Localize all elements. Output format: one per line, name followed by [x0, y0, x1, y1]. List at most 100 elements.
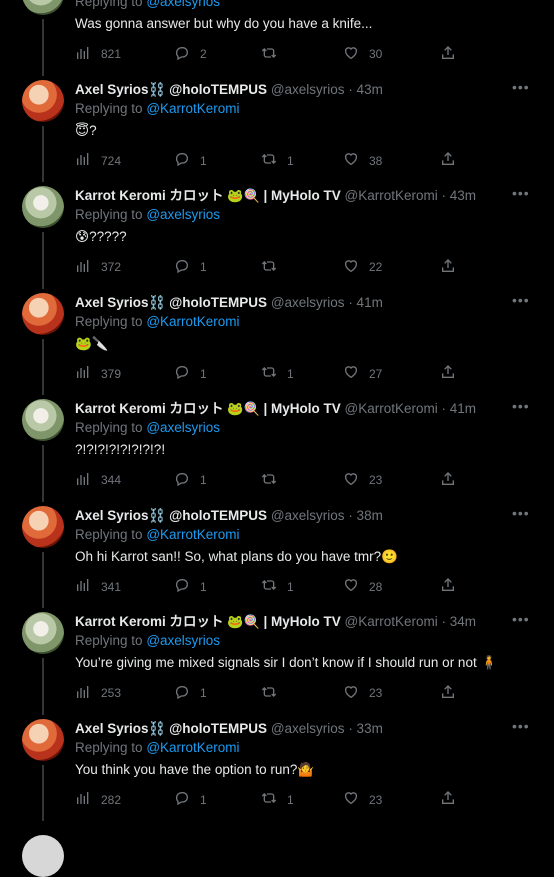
more-options-icon[interactable]: •••: [512, 80, 530, 94]
user-handle[interactable]: @KarrotKeromi: [344, 188, 437, 203]
retweet-button[interactable]: [261, 257, 287, 277]
timestamp[interactable]: · 43m: [441, 188, 476, 203]
views-button[interactable]: 344: [75, 470, 121, 490]
user-handle[interactable]: @KarrotKeromi: [344, 401, 437, 416]
tweet-header: Axel Syrios⛓️ @holoTEMPUS @axelsyrios · …: [75, 80, 383, 100]
avatar[interactable]: [22, 612, 64, 654]
tweet[interactable]: Karrot Keromi カロット 🐸🍭 | MyHolo TV @Karro…: [0, 612, 554, 718]
views-icon: [75, 684, 91, 703]
user-handle[interactable]: @axelsyrios: [271, 508, 345, 523]
like-button[interactable]: 38: [343, 151, 382, 171]
like-button[interactable]: 23: [343, 470, 382, 490]
reply-to-mention-link[interactable]: @axelsyrios: [146, 207, 220, 222]
more-options-icon[interactable]: •••: [512, 186, 530, 200]
avatar[interactable]: [22, 718, 64, 761]
tweet[interactable]: Karrot Keromi カロット 🐸🍭 | MyHolo TV @Karro…: [0, 399, 554, 505]
like-button[interactable]: 23: [343, 683, 382, 703]
reply-button[interactable]: 1: [174, 470, 207, 490]
retweet-button[interactable]: [261, 44, 287, 64]
tweet[interactable]: Axel Syrios⛓️ @holoTEMPUS @axelsyrios · …: [0, 292, 554, 399]
reply-button[interactable]: 1: [174, 790, 207, 810]
share-button[interactable]: [440, 151, 456, 171]
reply-button[interactable]: 1: [174, 257, 207, 277]
timestamp[interactable]: · 34m: [441, 614, 476, 629]
timestamp[interactable]: · 41m: [348, 295, 383, 310]
avatar[interactable]: [22, 79, 64, 122]
share-button[interactable]: [440, 44, 456, 64]
reply-to-mention-link[interactable]: @KarrotKeromi: [146, 740, 239, 755]
retweet-button[interactable]: [261, 470, 287, 490]
reply-to-mention-link[interactable]: @axelsyrios: [146, 0, 220, 9]
reply-icon: [174, 577, 190, 596]
avatar[interactable]: [22, 0, 64, 15]
retweet-button[interactable]: 1: [261, 364, 294, 384]
avatar[interactable]: [22, 505, 64, 548]
more-options-icon[interactable]: •••: [512, 506, 530, 520]
retweet-icon: [261, 790, 277, 809]
like-button[interactable]: 30: [343, 44, 382, 64]
heart-icon: [343, 151, 359, 170]
share-button[interactable]: [440, 577, 456, 597]
tweet[interactable]: Karrot Keromi カロット 🐸🍭 | MyHolo TV @Karro…: [0, 0, 554, 79]
avatar[interactable]: [22, 292, 64, 335]
timestamp[interactable]: · 43m: [348, 82, 383, 97]
display-name[interactable]: Karrot Keromi カロット: [75, 188, 224, 203]
retweet-button[interactable]: 1: [261, 790, 294, 810]
more-options-icon[interactable]: •••: [512, 399, 530, 413]
tweet[interactable]: Axel Syrios⛓️ @holoTEMPUS @axelsyrios · …: [0, 79, 554, 186]
like-button[interactable]: 27: [343, 364, 382, 384]
tweet[interactable]: Axel Syrios⛓️ @holoTEMPUS @axelsyrios · …: [0, 718, 554, 825]
views-button[interactable]: 282: [75, 790, 121, 810]
avatar[interactable]: [22, 186, 64, 228]
views-button[interactable]: 372: [75, 257, 121, 277]
like-count: 23: [369, 473, 383, 487]
views-button[interactable]: 253: [75, 683, 121, 703]
avatar[interactable]: [22, 835, 64, 877]
share-button[interactable]: [440, 790, 456, 810]
more-options-icon[interactable]: •••: [512, 719, 530, 733]
display-name[interactable]: Axel Syrios⛓️: [75, 82, 165, 97]
views-button[interactable]: 724: [75, 151, 121, 171]
user-handle[interactable]: @axelsyrios: [271, 721, 345, 736]
reply-button[interactable]: 1: [174, 577, 207, 597]
tweet[interactable]: Karrot Keromi カロット 🐸🍭 | MyHolo TV @Karro…: [0, 186, 554, 292]
share-button[interactable]: [440, 470, 456, 490]
display-name[interactable]: Axel Syrios⛓️: [75, 295, 165, 310]
more-options-icon[interactable]: •••: [512, 612, 530, 626]
avatar[interactable]: [22, 399, 64, 441]
retweet-button[interactable]: [261, 683, 287, 703]
display-name[interactable]: Karrot Keromi カロット: [75, 401, 224, 416]
display-name[interactable]: Karrot Keromi カロット: [75, 614, 224, 629]
more-options-icon[interactable]: •••: [512, 293, 530, 307]
reply-button[interactable]: 1: [174, 151, 207, 171]
views-button[interactable]: 341: [75, 577, 121, 597]
timestamp[interactable]: · 33m: [348, 721, 383, 736]
reply-to-mention-link[interactable]: @axelsyrios: [146, 420, 220, 435]
user-handle[interactable]: @KarrotKeromi: [344, 614, 437, 629]
share-button[interactable]: [440, 364, 456, 384]
user-handle[interactable]: @axelsyrios: [271, 82, 345, 97]
views-button[interactable]: 379: [75, 364, 121, 384]
reply-button[interactable]: 1: [174, 683, 207, 703]
retweet-button[interactable]: 1: [261, 151, 294, 171]
like-button[interactable]: 28: [343, 577, 382, 597]
share-button[interactable]: [440, 257, 456, 277]
reply-to-mention-link[interactable]: @KarrotKeromi: [146, 101, 239, 116]
reply-to-mention-link[interactable]: @KarrotKeromi: [146, 314, 239, 329]
timestamp[interactable]: · 41m: [441, 401, 476, 416]
retweet-button[interactable]: 1: [261, 577, 294, 597]
reply-icon: [174, 151, 190, 170]
display-name[interactable]: Axel Syrios⛓️: [75, 508, 165, 523]
user-handle[interactable]: @axelsyrios: [271, 295, 345, 310]
reply-button[interactable]: 1: [174, 364, 207, 384]
share-button[interactable]: [440, 683, 456, 703]
views-button[interactable]: 821: [75, 44, 121, 64]
like-button[interactable]: 22: [343, 257, 382, 277]
reply-button[interactable]: 2: [174, 44, 207, 64]
reply-to-mention-link[interactable]: @axelsyrios: [146, 633, 220, 648]
tweet[interactable]: Axel Syrios⛓️ @holoTEMPUS @axelsyrios · …: [0, 505, 554, 612]
display-name[interactable]: Axel Syrios⛓️: [75, 721, 165, 736]
reply-to-mention-link[interactable]: @KarrotKeromi: [146, 527, 239, 542]
like-button[interactable]: 23: [343, 790, 382, 810]
timestamp[interactable]: · 38m: [348, 508, 383, 523]
